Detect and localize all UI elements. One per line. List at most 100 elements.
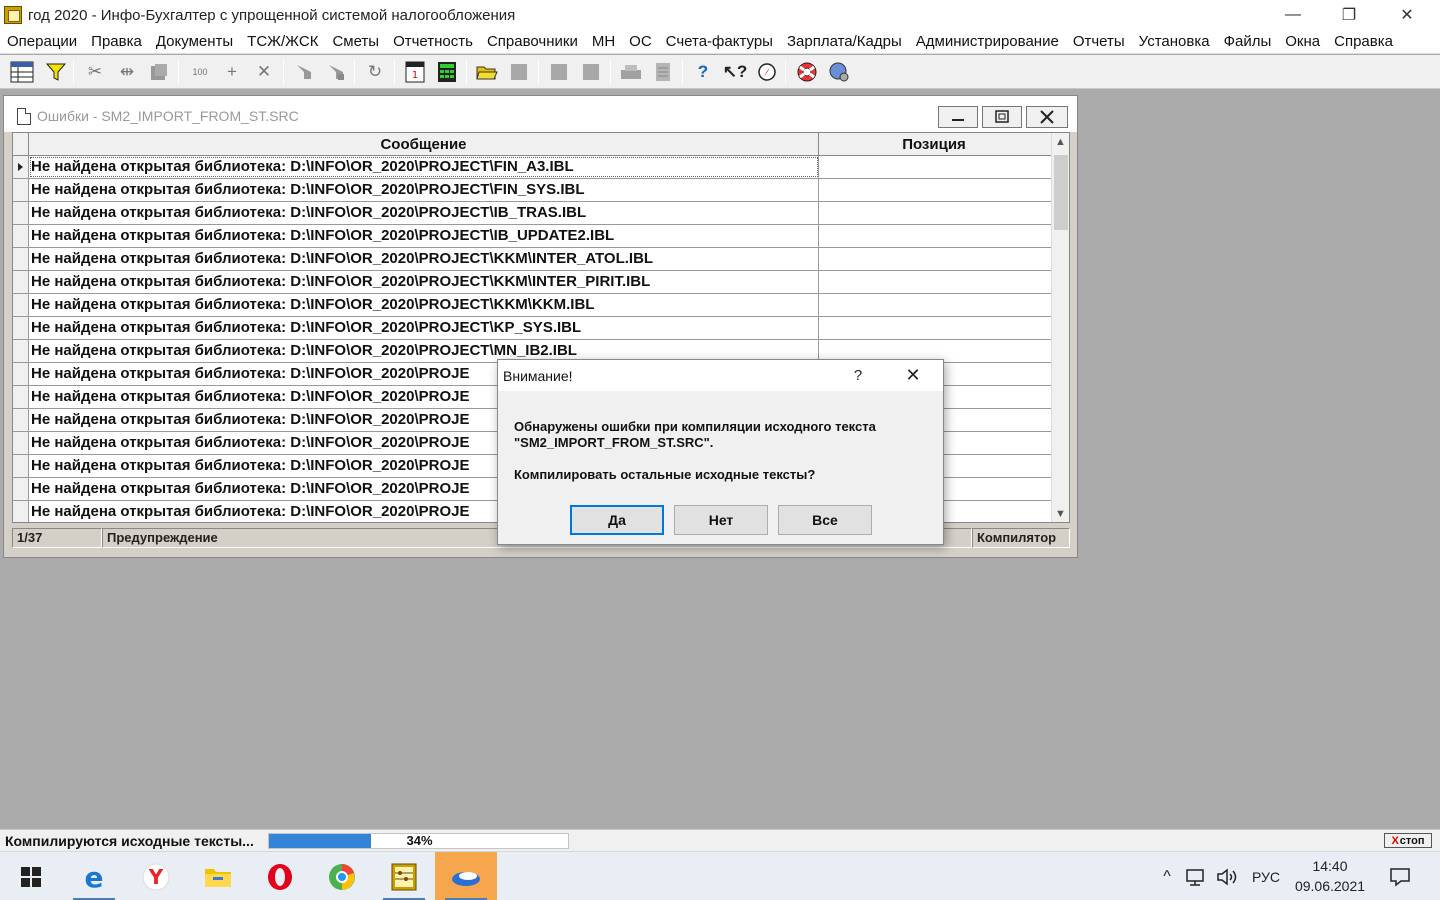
table-row[interactable]: Не найдена открытая библиотека: D:\INFO\… — [13, 225, 1051, 248]
filter-icon[interactable] — [44, 60, 68, 84]
print-icon[interactable] — [619, 60, 643, 84]
refresh-icon[interactable]: ↻ — [363, 60, 387, 84]
row-message: Не найдена открытая библиотека: D:\INFO\… — [29, 202, 819, 224]
tray-chevron-icon[interactable]: ^ — [1156, 852, 1178, 900]
toolbar: ✂ ⇹ 100 + ✕ ↻ 1 ? ↖? — [0, 55, 1440, 89]
compass-icon[interactable] — [755, 60, 779, 84]
menu-windows[interactable]: Окна — [1278, 33, 1327, 50]
clock[interactable]: 14:40 09.06.2021 — [1290, 856, 1370, 896]
file-explorer-icon[interactable] — [187, 852, 249, 900]
cut-icon[interactable]: ✂ — [83, 60, 107, 84]
row-message: Не найдена открытая библиотека: D:\INFO\… — [29, 225, 819, 247]
column-header-message[interactable]: Сообщение — [29, 133, 819, 156]
menu-os[interactable]: ОС — [622, 33, 659, 50]
svg-text:1: 1 — [412, 70, 418, 81]
app-logo-icon[interactable] — [4, 6, 22, 24]
web-icon[interactable] — [827, 60, 851, 84]
menu-reporting[interactable]: Отчетность — [386, 33, 480, 50]
row-message: Не найдена открытая библиотека: D:\INFO\… — [29, 271, 819, 293]
yandex-browser-icon[interactable]: Y — [125, 852, 187, 900]
status-text: Компилируются исходные тексты... — [5, 833, 254, 849]
menu-mn[interactable]: МН — [585, 33, 622, 50]
language-indicator[interactable]: РУС — [1246, 852, 1286, 900]
tool2-icon[interactable] — [324, 60, 348, 84]
table-row[interactable]: Не найдена открытая библиотека: D:\INFO\… — [13, 248, 1051, 271]
menu-reports[interactable]: Отчеты — [1066, 33, 1132, 50]
tool-icon[interactable] — [292, 60, 316, 84]
lifebuoy-icon[interactable] — [795, 60, 819, 84]
opera-icon[interactable] — [249, 852, 311, 900]
stop-label: стоп — [1399, 834, 1425, 847]
row-message: Не найдена открытая библиотека: D:\INFO\… — [29, 156, 819, 178]
stop-button[interactable]: X стоп — [1384, 833, 1432, 848]
menu-hoa[interactable]: ТСЖ/ЖСК — [240, 33, 325, 50]
no-button[interactable]: Нет — [674, 505, 768, 535]
table-row[interactable]: Не найдена открытая библиотека: D:\INFO\… — [13, 156, 1051, 179]
notifications-icon[interactable] — [1384, 852, 1416, 900]
add-icon[interactable]: + — [220, 60, 244, 84]
close-button[interactable]: ✕ — [1384, 0, 1430, 30]
all-button[interactable]: Все — [778, 505, 872, 535]
info-accountant-icon[interactable] — [435, 852, 497, 900]
mdi-maximize-button[interactable] — [982, 106, 1022, 128]
menu-invoices[interactable]: Счета-фактуры — [659, 33, 780, 50]
help-icon[interactable]: ? — [848, 360, 868, 391]
svg-text:e: e — [85, 863, 104, 891]
scroll-thumb[interactable] — [1054, 155, 1068, 230]
mdi-minimize-button[interactable] — [938, 106, 978, 128]
column-header-position[interactable]: Позиция — [819, 133, 1049, 156]
stop-x-icon: X — [1391, 834, 1399, 847]
disabled2-icon[interactable] — [547, 60, 571, 84]
scroll-up-icon[interactable]: ▲ — [1052, 133, 1069, 150]
open-folder-icon[interactable] — [475, 60, 499, 84]
context-help-icon[interactable]: ↖? — [723, 60, 748, 84]
row-message: Не найдена открытая библиотека: D:\INFO\… — [29, 179, 819, 201]
minimize-button[interactable]: — — [1270, 0, 1316, 30]
row-message: Не найдена открытая библиотека: D:\INFO\… — [29, 294, 819, 316]
menu-help[interactable]: Справка — [1327, 33, 1400, 50]
table-row[interactable]: Не найдена открытая библиотека: D:\INFO\… — [13, 202, 1051, 225]
row-pointer-icon — [13, 156, 29, 178]
edge-icon[interactable]: e — [63, 852, 125, 900]
number-icon[interactable]: 100 — [188, 60, 212, 84]
network-icon[interactable] — [1184, 852, 1210, 900]
dialog-message-line1: Обнаружены ошибки при компиляции исходно… — [514, 419, 876, 434]
table-row[interactable]: Не найдена открытая библиотека: D:\INFO\… — [13, 294, 1051, 317]
menu-documents[interactable]: Документы — [149, 33, 240, 50]
table-view-icon[interactable] — [10, 60, 34, 84]
menu-administration[interactable]: Администрирование — [909, 33, 1066, 50]
windows-start-icon[interactable] — [0, 852, 62, 900]
restore-button[interactable]: ❐ — [1326, 0, 1372, 30]
table-row[interactable]: Не найдена открытая библиотека: D:\INFO\… — [13, 317, 1051, 340]
scroll-down-icon[interactable]: ▼ — [1052, 505, 1069, 522]
table-row[interactable]: Не найдена открытая библиотека: D:\INFO\… — [13, 271, 1051, 294]
paste-icon[interactable] — [147, 60, 171, 84]
print-preview-icon[interactable] — [651, 60, 675, 84]
abacus-app-icon[interactable] — [373, 852, 435, 900]
menu-payroll[interactable]: Зарплата/Кадры — [780, 33, 909, 50]
calendar-icon[interactable]: 1 — [403, 60, 427, 84]
table-row[interactable]: Не найдена открытая библиотека: D:\INFO\… — [13, 179, 1051, 202]
close-icon[interactable]: ✕ — [896, 360, 930, 391]
help-icon[interactable]: ? — [691, 60, 715, 84]
chrome-like-icon[interactable] — [311, 852, 373, 900]
menu-operations[interactable]: Операции — [0, 33, 84, 50]
menu-files[interactable]: Файлы — [1217, 33, 1279, 50]
disabled3-icon[interactable] — [579, 60, 603, 84]
grid-header: Сообщение Позиция — [13, 133, 1051, 156]
errors-window-titlebar: Ошибки - SM2_IMPORT_FROM_ST.SRC — [4, 96, 1077, 132]
menu-estimates[interactable]: Сметы — [325, 33, 386, 50]
disabled-icon[interactable] — [507, 60, 531, 84]
menu-directories[interactable]: Справочники — [480, 33, 585, 50]
menu-edit[interactable]: Правка — [84, 33, 149, 50]
vertical-scrollbar[interactable]: ▲ ▼ — [1051, 133, 1069, 522]
app-statusbar: Компилируются исходные тексты... 34% X с… — [0, 829, 1440, 851]
svg-text:Y: Y — [148, 865, 164, 889]
yes-button[interactable]: Да — [570, 505, 664, 535]
delete-icon[interactable]: ✕ — [252, 60, 276, 84]
volume-icon[interactable] — [1214, 852, 1242, 900]
mdi-close-button[interactable] — [1026, 106, 1068, 128]
calculator-icon[interactable] — [435, 60, 459, 84]
split-icon[interactable]: ⇹ — [115, 60, 139, 84]
menu-setup[interactable]: Установка — [1132, 33, 1217, 50]
